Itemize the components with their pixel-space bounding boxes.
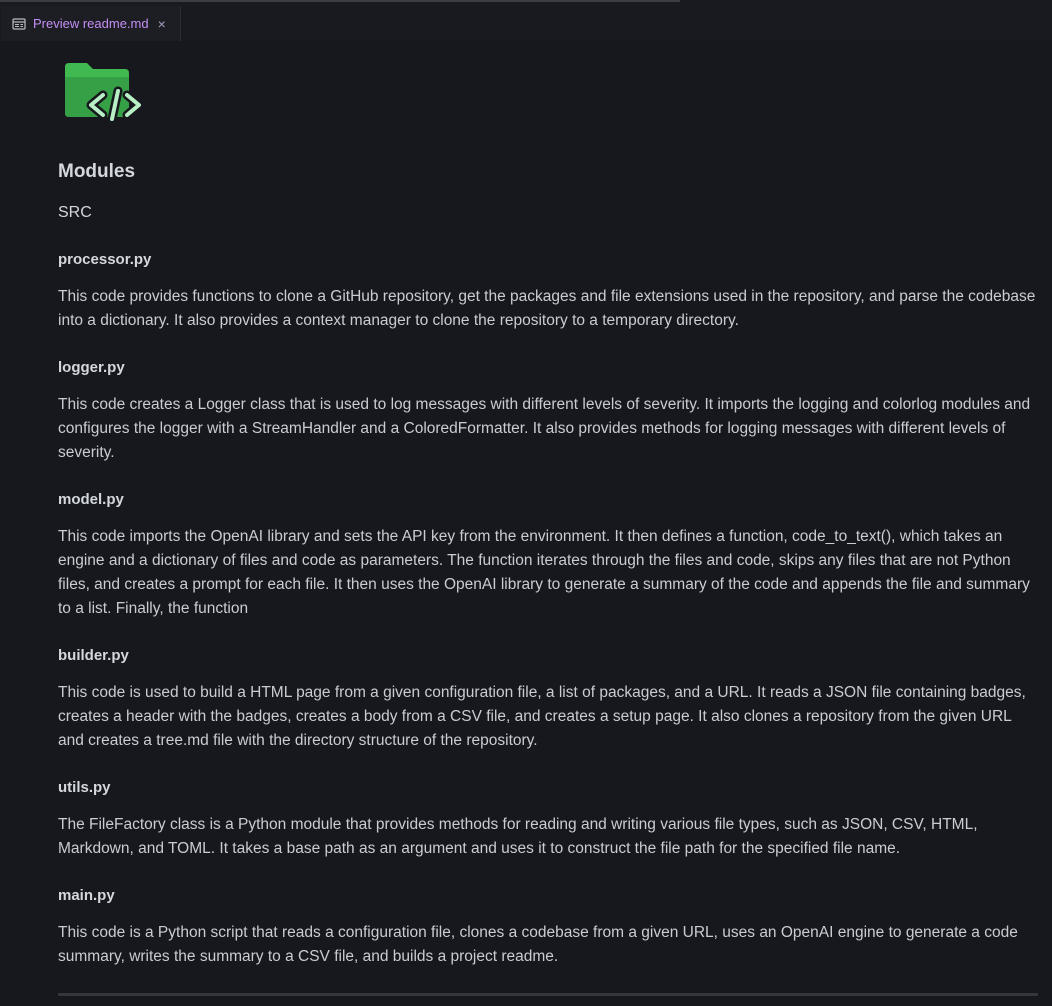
- code-folder-icon: [63, 61, 144, 124]
- tab-bar: Preview readme.md ×: [0, 0, 1052, 41]
- close-icon[interactable]: ×: [158, 17, 166, 31]
- horizontal-rule: [58, 993, 1038, 996]
- tab-bar-strip: [0, 0, 680, 2]
- module-title-utils: utils.py: [58, 779, 111, 796]
- module-description-model: This code imports the OpenAI library and…: [58, 528, 1030, 617]
- module-description-processor: This code provides functions to clone a …: [58, 288, 1036, 329]
- module-title-processor: processor.py: [58, 251, 152, 268]
- module-title-logger: logger.py: [58, 359, 125, 376]
- preview-icon: [12, 17, 26, 31]
- module-title-model: model.py: [58, 491, 124, 508]
- module-description-main: This code is a Python script that reads …: [58, 924, 1018, 965]
- module-title-main: main.py: [58, 887, 115, 904]
- modules-heading: Modules: [58, 161, 136, 182]
- module-description-builder: This code is used to build a HTML page f…: [58, 684, 1026, 749]
- module-title-builder: builder.py: [58, 647, 129, 664]
- module-description-utils: The FileFactory class is a Python module…: [58, 816, 978, 857]
- module-description-logger: This code creates a Logger class that is…: [58, 396, 1031, 461]
- tab-label: Preview readme.md: [33, 16, 149, 31]
- tab-preview-readme[interactable]: Preview readme.md ×: [1, 6, 181, 41]
- src-label: SRC: [58, 204, 92, 221]
